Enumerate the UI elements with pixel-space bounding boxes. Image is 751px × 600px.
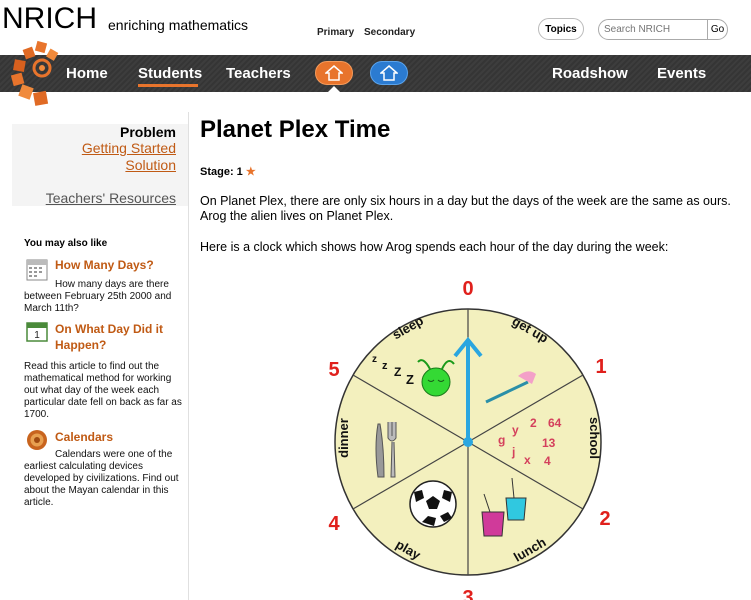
level-primary-label: Primary [317,27,355,38]
related-title[interactable]: How Many Days? [55,257,184,273]
nrich-logo-icon[interactable] [6,38,66,110]
page-title: Planet Plex Time [200,116,391,143]
related-item[interactable]: 1 On What Day Did it Happen? Read this a… [24,321,184,421]
school-digit: x [524,453,531,467]
clock-number: 4 [328,513,340,535]
nav-roadshow[interactable]: Roadshow [552,65,628,82]
solution-link[interactable]: Solution [12,157,176,174]
clock-intro-paragraph: Here is a clock which shows how Arog spe… [200,240,669,254]
primary-home-button[interactable] [315,61,353,85]
related-desc: Read this article to find out the mathem… [24,361,182,420]
star-icon: ★ [245,166,256,178]
main-nav: Home Students Teachers Roadshow Events [0,55,751,92]
nav-events[interactable]: Events [657,65,706,82]
site-header: NRICH enriching mathematics Primary Seco… [0,0,751,60]
activity-label: school [587,417,602,459]
intro-paragraph: On Planet Plex, there are only six hours… [200,194,731,223]
related-heading: You may also like [24,238,108,249]
stage-text: Stage: 1 [200,166,243,178]
related-problems: You may also like How Many Days? How man… [24,238,184,509]
clock-number: 2 [599,508,610,530]
clock-number: 1 [595,356,606,378]
zzz-letter: z [372,354,377,365]
calendar-icon [26,259,48,281]
teachers-resources-link[interactable]: Teachers' Resources [12,190,176,207]
zzz-letter: z [382,360,388,372]
search-go-button[interactable]: Go [707,20,727,39]
clock-number: 0 [462,278,473,300]
planet-plex-clock: 0 1 2 3 4 5 get up school lunch play din… [328,278,610,600]
problem-sidebar: Problem Getting Started Solution Teacher… [12,124,188,206]
calendar-day-icon: 1 [26,322,48,342]
level-secondary-label: Secondary [364,27,416,38]
brand-logo-text[interactable]: NRICH [2,2,97,36]
nav-students[interactable]: Students [138,65,202,82]
search-box: Go [598,19,728,40]
nav-teachers[interactable]: Teachers [226,65,291,82]
level-pointer [328,86,340,92]
related-title[interactable]: On What Day Did it Happen? [55,321,184,353]
main-content: Planet Plex Time Stage: 1 ★ On Planet Pl… [200,116,745,255]
sidebar-divider [188,112,189,600]
svg-text:1: 1 [34,330,40,341]
school-digit: y [512,423,519,437]
search-input[interactable] [599,24,707,35]
house-icon [380,65,398,81]
related-desc: Calendars were one of the earliest calcu… [24,449,179,508]
house-icon [325,65,343,81]
topics-button[interactable]: Topics [538,18,584,40]
clock-number: 3 [462,587,473,600]
school-digit: g [498,433,505,447]
mayan-calendar-icon [27,430,47,450]
tagline: enriching mathematics [108,17,249,33]
school-digit: j [511,445,515,459]
clock-number: 5 [328,359,339,381]
related-desc: How many days are there between February… [24,279,172,314]
stage-label: Stage: 1 ★ [200,165,745,178]
school-digit: 13 [542,436,556,450]
soccer-ball-icon [409,480,457,528]
problem-heading: Problem [119,124,176,140]
activity-label: dinner [336,418,351,458]
related-title[interactable]: Calendars [55,429,184,445]
school-digit: 64 [548,416,562,430]
nav-home[interactable]: Home [66,65,108,82]
nav-active-indicator [138,84,198,87]
secondary-home-button[interactable] [370,61,408,85]
related-item[interactable]: Calendars Calendars were one of the earl… [24,429,184,509]
zzz-letter: Z [394,365,401,379]
related-item[interactable]: How Many Days? How many days are there b… [24,257,184,315]
zzz-letter: Z [406,372,414,387]
school-digit: 2 [530,416,537,430]
getting-started-link[interactable]: Getting Started [12,140,176,157]
problem-links-box: Problem Getting Started Solution Teacher… [12,124,188,206]
school-digit: 4 [544,454,551,468]
